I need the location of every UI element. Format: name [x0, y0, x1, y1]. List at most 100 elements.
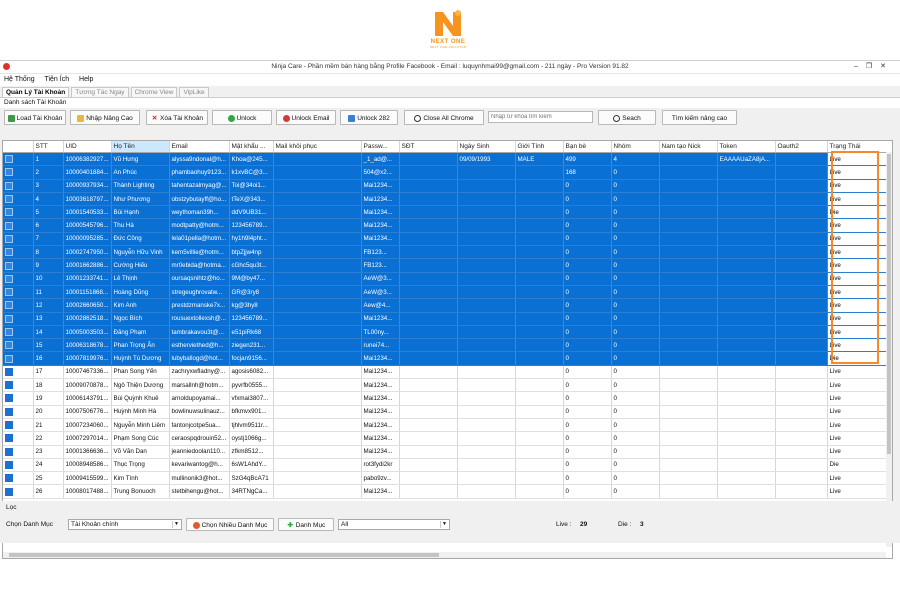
row-checkbox-cell[interactable] [3, 325, 34, 340]
vertical-scroll-thumb[interactable] [887, 154, 891, 454]
advanced-search-button[interactable]: Tìm kiếm nâng cao [662, 110, 737, 125]
col-header[interactable]: Nhóm [611, 141, 660, 153]
search-input[interactable] [488, 111, 593, 123]
maximize-icon[interactable]: ❐ [866, 63, 880, 70]
col-header[interactable]: Passw... [361, 141, 400, 153]
row-checkbox-cell[interactable] [3, 431, 34, 446]
table-row[interactable]: 7 10000095285... Đức Công lela01pella@hotm.… [3, 232, 892, 247]
row-checkbox-cell[interactable] [3, 471, 34, 486]
table-row[interactable]: 25 10009415599... Kim Tính mullinonik3@hot.… [3, 471, 892, 486]
row-checkbox[interactable] [5, 288, 13, 297]
col-header[interactable]: Họ Tên [111, 141, 170, 153]
row-checkbox-cell[interactable] [3, 218, 34, 233]
row-checkbox[interactable] [5, 434, 13, 443]
col-header[interactable]: Bạn bè [563, 141, 612, 153]
row-checkbox-cell[interactable] [3, 445, 34, 459]
table-row[interactable]: 26 10008017488... Trung Bonuoch stetbihengu… [3, 484, 892, 499]
row-checkbox[interactable] [5, 487, 13, 496]
col-header[interactable]: Mật khẩu ... [229, 141, 274, 153]
col-header[interactable]: STT [33, 141, 64, 153]
table-row[interactable]: 21 10007234060... Nguyễn Minh Liêm fantonjc… [3, 418, 892, 433]
row-checkbox[interactable] [5, 248, 13, 257]
table-row[interactable]: 16 10007819976... Huỳnh Tú Dương lubyballog… [3, 351, 892, 366]
row-checkbox[interactable] [5, 381, 13, 390]
row-checkbox-cell[interactable] [3, 484, 34, 499]
delete-account-button[interactable]: ✕ Xóa Tài Khoản [146, 110, 208, 125]
menu-help[interactable]: Help [79, 76, 93, 83]
table-row[interactable]: 14 10005003503... Đăng Phạm tambrakavou3t@.… [3, 325, 892, 340]
row-checkbox[interactable] [5, 314, 13, 323]
table-row[interactable]: 22 10007297014... Phạm Song Cúc ceraospqdro… [3, 431, 892, 446]
row-checkbox-cell[interactable] [3, 298, 34, 313]
row-checkbox-cell[interactable] [3, 165, 34, 180]
row-checkbox-cell[interactable] [3, 152, 34, 167]
table-row[interactable]: 24 10008948586... Thục Trọng kevariwantog@h… [3, 458, 892, 473]
row-checkbox-cell[interactable] [3, 232, 34, 247]
table-row[interactable]: 3 10000937934... Thành Lighting tahentazalm… [3, 179, 892, 193]
accounts-grid[interactable]: STT UID Họ Tên Email Mật khẩu ... Mail khôi p… [2, 140, 893, 559]
row-checkbox-cell[interactable] [3, 245, 34, 260]
load-accounts-button[interactable]: Load Tài Khoản [4, 110, 66, 125]
row-checkbox-cell[interactable] [3, 378, 34, 393]
chevron-down-icon[interactable]: ▼ [172, 521, 180, 528]
row-checkbox-cell[interactable] [3, 458, 34, 473]
close-all-chrome-button[interactable]: Close All Chrome [404, 110, 484, 125]
row-checkbox[interactable] [5, 274, 13, 283]
row-checkbox[interactable] [5, 407, 13, 416]
row-checkbox[interactable] [5, 301, 13, 310]
table-row[interactable]: 17 10007467336... Phan Song Yến zachryxwfla… [3, 365, 892, 380]
row-checkbox[interactable] [5, 195, 13, 204]
table-row[interactable]: 1 10006382927... Vũ Hưng alyssa9ndonal@h...… [3, 152, 892, 167]
row-checkbox[interactable] [5, 341, 13, 350]
col-header[interactable]: UID [63, 141, 112, 153]
horizontal-scrollbar[interactable] [3, 552, 886, 558]
table-row[interactable]: 10 10001233741... Lê Thịnh oursaqsnihtz@ho.… [3, 272, 892, 286]
unlock-button[interactable]: Unlock [212, 110, 272, 125]
all-select[interactable]: All ▼ [338, 519, 450, 530]
close-icon[interactable]: ✕ [880, 63, 894, 70]
row-checkbox[interactable] [5, 421, 13, 430]
row-checkbox[interactable] [5, 261, 13, 270]
col-checkbox[interactable] [3, 141, 34, 153]
tab-interact[interactable]: Tương Tác Ngay [71, 87, 129, 97]
multi-category-button[interactable]: Chọn Nhiều Danh Mục [186, 518, 274, 531]
col-header[interactable]: Ngày Sinh [457, 141, 516, 153]
table-row[interactable]: 5 10001540533... Bùi Hạnh weythoman39h... dd… [3, 205, 892, 220]
vertical-scrollbar[interactable] [886, 152, 892, 547]
table-row[interactable]: 8 10002747950... Nguyễn Hữu Vinh kem5villie… [3, 245, 892, 260]
row-checkbox[interactable] [5, 181, 13, 190]
row-checkbox-cell[interactable] [3, 405, 34, 419]
col-header[interactable]: Mail khôi phục [273, 141, 362, 153]
row-checkbox-cell[interactable] [3, 312, 34, 326]
menu-system[interactable]: Hệ Thống [4, 76, 35, 83]
unlock-282-button[interactable]: Unlock 282 [340, 110, 398, 125]
table-row[interactable]: 11 10001151868... Hoàng Dũng stregeughrovat… [3, 285, 892, 300]
search-button[interactable]: Seach [598, 110, 656, 125]
row-checkbox[interactable] [5, 221, 13, 230]
col-header[interactable]: Nam tạo Nick [659, 141, 718, 153]
category-select[interactable]: Tài Khoản chính ▼ [68, 519, 182, 530]
window-controls[interactable]: –❐✕ [854, 62, 894, 70]
col-header[interactable]: Email [169, 141, 230, 153]
menu-utilities[interactable]: Tiện Ích [44, 76, 69, 83]
col-header[interactable]: SĐT [399, 141, 458, 153]
row-checkbox-cell[interactable] [3, 272, 34, 286]
col-header[interactable]: Giới Tính [515, 141, 564, 153]
row-checkbox[interactable] [5, 474, 13, 483]
tab-viplike[interactable]: VipLike [179, 87, 209, 97]
row-checkbox[interactable] [5, 447, 13, 456]
table-row[interactable]: 9 10001662886... Cường Hiếu mr0ebida@hotma.… [3, 258, 892, 273]
table-row[interactable]: 23 10001366636... Võ Văn Dan jeanniedoolan1… [3, 445, 892, 459]
row-checkbox-cell[interactable] [3, 351, 34, 366]
table-row[interactable]: 4 10003618797... Như Phương obstzybutayff@h… [3, 192, 892, 207]
table-row[interactable]: 2 10000401884... An Phúc phambaohuy9123... k… [3, 165, 892, 180]
row-checkbox[interactable] [5, 328, 13, 336]
row-checkbox[interactable] [5, 208, 13, 217]
unlock-email-button[interactable]: Unlock Email [276, 110, 336, 125]
row-checkbox-cell[interactable] [3, 365, 34, 380]
row-checkbox-cell[interactable] [3, 205, 34, 220]
table-row[interactable]: 18 10009070878... Ngô Thiện Dương marsallnh… [3, 378, 892, 393]
row-checkbox[interactable] [5, 354, 13, 363]
row-checkbox[interactable] [5, 460, 13, 469]
row-checkbox-cell[interactable] [3, 338, 34, 353]
